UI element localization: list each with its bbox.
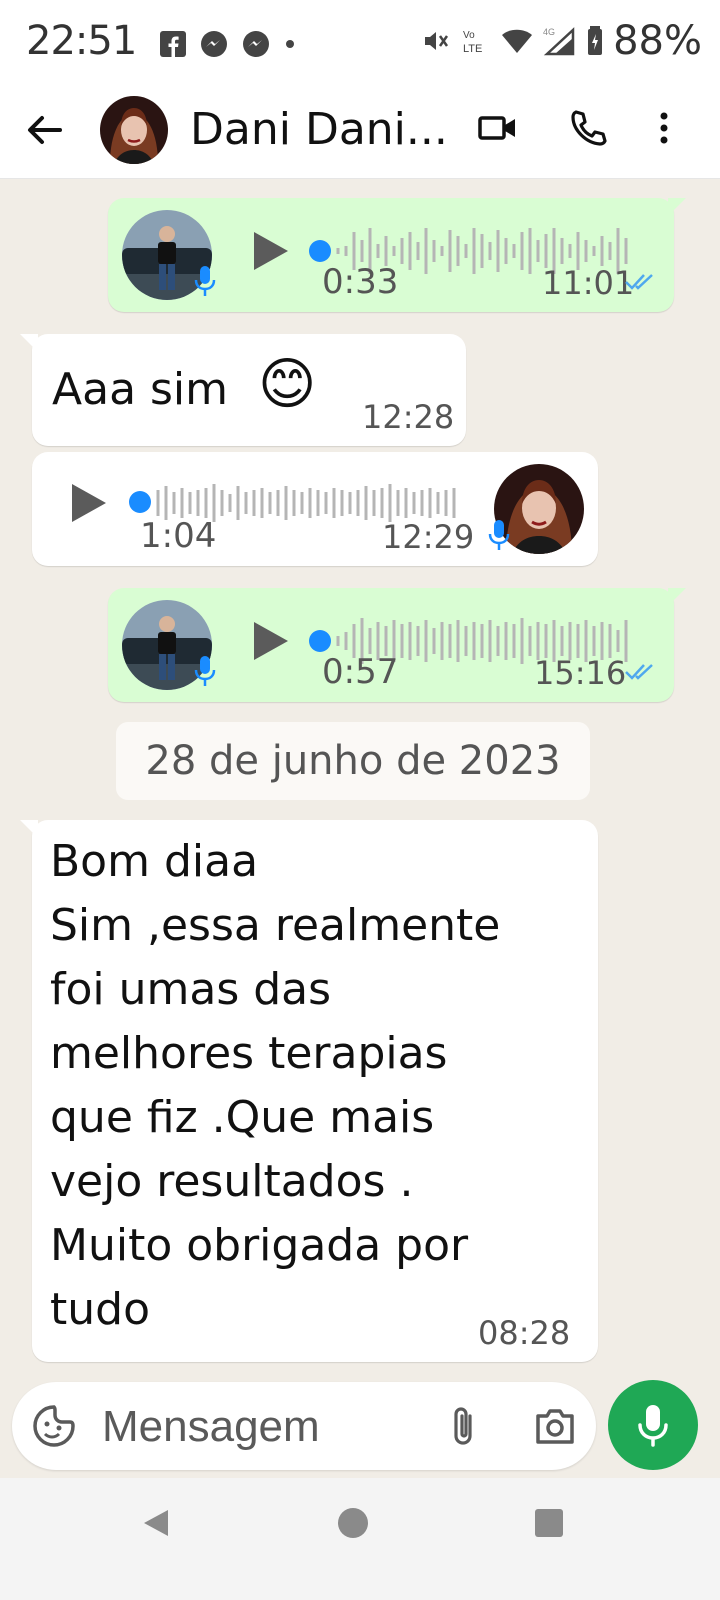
facebook-icon: [160, 31, 186, 57]
smiling-face-emoji: 😊: [258, 352, 317, 417]
chat-header: Dani Dani...: [0, 90, 720, 179]
system-nav-bar: [0, 1478, 720, 1600]
message-composer: [12, 1382, 596, 1470]
messenger-icon: [201, 31, 227, 57]
contact-avatar[interactable]: [100, 96, 168, 164]
volte-icon: Vo LTE: [463, 30, 482, 55]
text-message-in: Bom diaa Sim ,essa realmente foi umas da…: [20, 820, 598, 1362]
message-time: 12:28: [362, 398, 455, 436]
voice-message-out: 0:33 11:01: [108, 198, 686, 312]
sticker-icon[interactable]: [32, 1404, 76, 1448]
read-ticks-icon: [625, 664, 653, 680]
system-icons: Vo LTE 4G 88%: [421, 18, 702, 64]
mic-icon: [194, 266, 216, 296]
message-time: 15:16: [534, 654, 627, 692]
message-time: 11:01: [542, 264, 635, 302]
bubble-tail: [668, 198, 686, 216]
status-bar: 22:51 Vo LTE 4G 88%: [0, 0, 720, 90]
notification-icons: [160, 30, 296, 58]
voice-duration: 1:04: [140, 516, 217, 556]
mute-icon: [425, 32, 449, 50]
voice-message-out: 0:57 15:16: [108, 588, 686, 702]
play-icon[interactable]: [70, 482, 108, 524]
svg-text:4G: 4G: [543, 27, 555, 37]
chat-area[interactable]: 0:33 11:01 Aaa sim 😊 12:28 1:04 12:29 0:…: [0, 178, 720, 1378]
text-message-in: Aaa sim 😊 12:28: [20, 334, 466, 446]
message-line: que fiz .Que mais: [50, 1092, 435, 1143]
phone-icon[interactable]: [568, 108, 608, 148]
mic-icon: [194, 656, 216, 686]
message-line: Muito obrigada por: [50, 1220, 469, 1271]
message-line: foi umas das: [50, 964, 332, 1015]
more-vert-icon[interactable]: [650, 108, 678, 148]
nav-recents-icon[interactable]: [534, 1508, 564, 1538]
message-input[interactable]: [100, 1396, 424, 1458]
attach-icon[interactable]: [448, 1404, 478, 1448]
video-call-icon[interactable]: [478, 108, 518, 148]
camera-icon[interactable]: [534, 1406, 576, 1446]
status-time: 22:51: [26, 18, 137, 64]
signal-4g-icon: 4G: [543, 27, 575, 56]
message-line: melhores terapias: [50, 1028, 448, 1079]
battery-percentage: 88%: [613, 18, 702, 64]
message-line: Bom diaa: [50, 836, 259, 887]
play-icon[interactable]: [252, 620, 290, 662]
voice-message-in: 1:04 12:29: [32, 452, 598, 566]
mic-icon: [488, 520, 510, 550]
back-arrow-icon[interactable]: [24, 110, 64, 150]
nav-home-icon[interactable]: [336, 1506, 370, 1540]
message-text: Aaa sim: [52, 364, 229, 415]
message-text-block: Bom diaa Sim ,essa realmente foi umas da…: [50, 830, 500, 1342]
bubble-tail: [20, 334, 38, 352]
message-line: tudo: [50, 1284, 150, 1335]
contact-name[interactable]: Dani Dani...: [190, 104, 448, 155]
messenger-icon: [243, 31, 269, 57]
bubble-tail: [668, 588, 686, 606]
nav-back-icon[interactable]: [140, 1506, 174, 1540]
message-time: 12:29: [382, 518, 475, 556]
svg-text:Vo: Vo: [463, 30, 475, 41]
wifi-icon: [502, 29, 533, 53]
date-separator: 28 de junho de 2023: [116, 722, 590, 800]
play-icon[interactable]: [252, 230, 290, 272]
voice-duration: 0:33: [322, 262, 399, 302]
read-ticks-icon: [625, 274, 653, 290]
bubble-tail: [20, 820, 38, 838]
message-time: 08:28: [478, 1314, 571, 1352]
message-line: Sim ,essa realmente: [50, 900, 501, 951]
voice-duration: 0:57: [322, 652, 399, 692]
dot-icon: [286, 40, 294, 48]
svg-text:LTE: LTE: [463, 43, 482, 55]
battery-icon: [588, 26, 603, 55]
mic-icon: [638, 1405, 668, 1447]
message-line: vejo resultados .: [50, 1156, 414, 1207]
voice-record-button[interactable]: [608, 1380, 698, 1470]
